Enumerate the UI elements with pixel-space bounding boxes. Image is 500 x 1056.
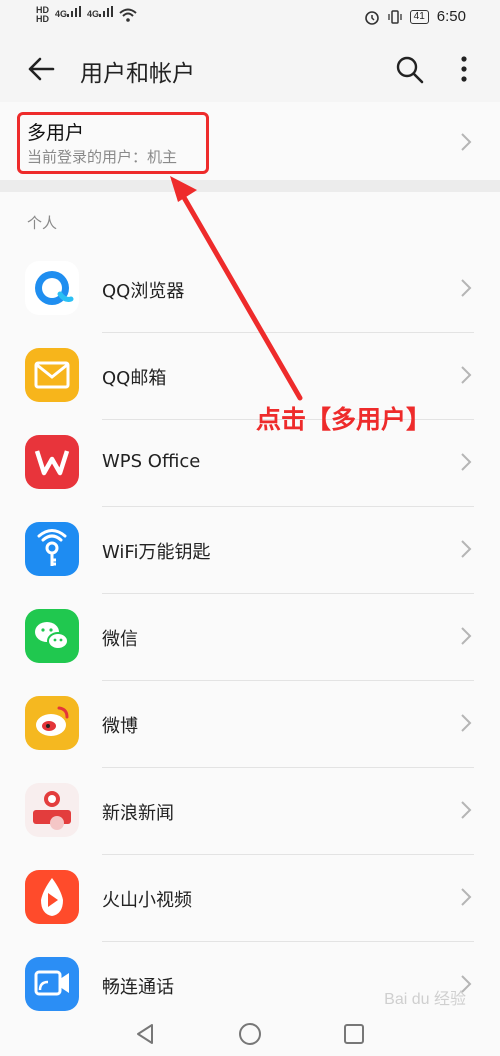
wifi-icon (119, 8, 137, 22)
app-name: 火山小视频 (102, 890, 192, 911)
app-name: 畅连通话 (102, 977, 174, 998)
watermark-logo: Bai du 经验 (384, 991, 466, 1008)
list-item[interactable]: 微信 (0, 594, 500, 681)
changlian-call-icon (25, 957, 79, 1011)
chevron-right-icon (461, 366, 472, 384)
annotation-text: 点击【多用户】 (256, 405, 432, 434)
highlight-box (17, 112, 209, 174)
section-label: 个人 (27, 214, 58, 232)
nav-home-icon[interactable] (238, 1022, 262, 1046)
chevron-right-icon (461, 714, 472, 732)
app-name: QQ邮箱 (102, 368, 167, 389)
navigation-bar (0, 1012, 500, 1056)
search-icon[interactable] (396, 56, 424, 84)
chevron-right-icon (461, 888, 472, 906)
wechat-icon (25, 609, 79, 663)
app-header: 用户和帐户 (0, 34, 500, 102)
list-item[interactable]: QQ浏览器 (0, 246, 500, 333)
nav-back-icon[interactable] (134, 1022, 156, 1046)
qq-mail-icon (25, 348, 79, 402)
signal-icon (67, 6, 82, 17)
app-name: 新浪新闻 (102, 803, 174, 824)
wifi-key-icon (25, 522, 79, 576)
app-name: WiFi万能钥匙 (102, 542, 211, 563)
signal-2: 4G (87, 6, 114, 19)
status-left: HD HD 4G 4G (36, 6, 137, 24)
nav-recents-icon[interactable] (343, 1023, 365, 1045)
status-bar: HD HD 4G 4G 41 6:50 (0, 0, 500, 34)
list-item[interactable]: WiFi万能钥匙 (0, 507, 500, 594)
app-list: 个人 QQ浏览器 QQ邮箱 WPS Office WiFi万能钥匙 微信 微博 … (0, 192, 500, 1012)
battery-indicator: 41 (409, 9, 429, 24)
app-name: 微博 (102, 716, 138, 737)
signal-1: 4G (55, 6, 82, 19)
huoshan-video-icon (25, 870, 79, 924)
chevron-right-icon (461, 133, 472, 151)
hd-indicators: HD HD (36, 6, 49, 24)
chevron-right-icon (461, 453, 472, 471)
chevron-right-icon (461, 540, 472, 558)
clock: 6:50 (436, 8, 466, 25)
sina-news-icon (25, 783, 79, 837)
app-name: 微信 (102, 629, 138, 650)
section-separator (0, 180, 500, 192)
list-item[interactable]: 火山小视频 (0, 855, 500, 942)
chevron-right-icon (461, 801, 472, 819)
alarm-icon (364, 10, 379, 25)
hd-label-2: HD (36, 14, 49, 24)
back-arrow-icon[interactable] (26, 54, 56, 84)
page-title: 用户和帐户 (80, 61, 195, 87)
wps-office-icon (25, 435, 79, 489)
vibrate-icon (388, 9, 402, 24)
app-name: WPS Office (102, 451, 201, 472)
app-name: QQ浏览器 (102, 281, 185, 302)
status-right: 41 6:50 (364, 8, 466, 25)
qq-browser-icon (25, 261, 79, 315)
weibo-icon (25, 696, 79, 750)
signal-icon (99, 6, 114, 17)
more-options-icon[interactable] (458, 55, 470, 83)
list-item[interactable]: 新浪新闻 (0, 768, 500, 855)
chevron-right-icon (461, 627, 472, 645)
chevron-right-icon (461, 279, 472, 297)
list-item[interactable]: 微博 (0, 681, 500, 768)
